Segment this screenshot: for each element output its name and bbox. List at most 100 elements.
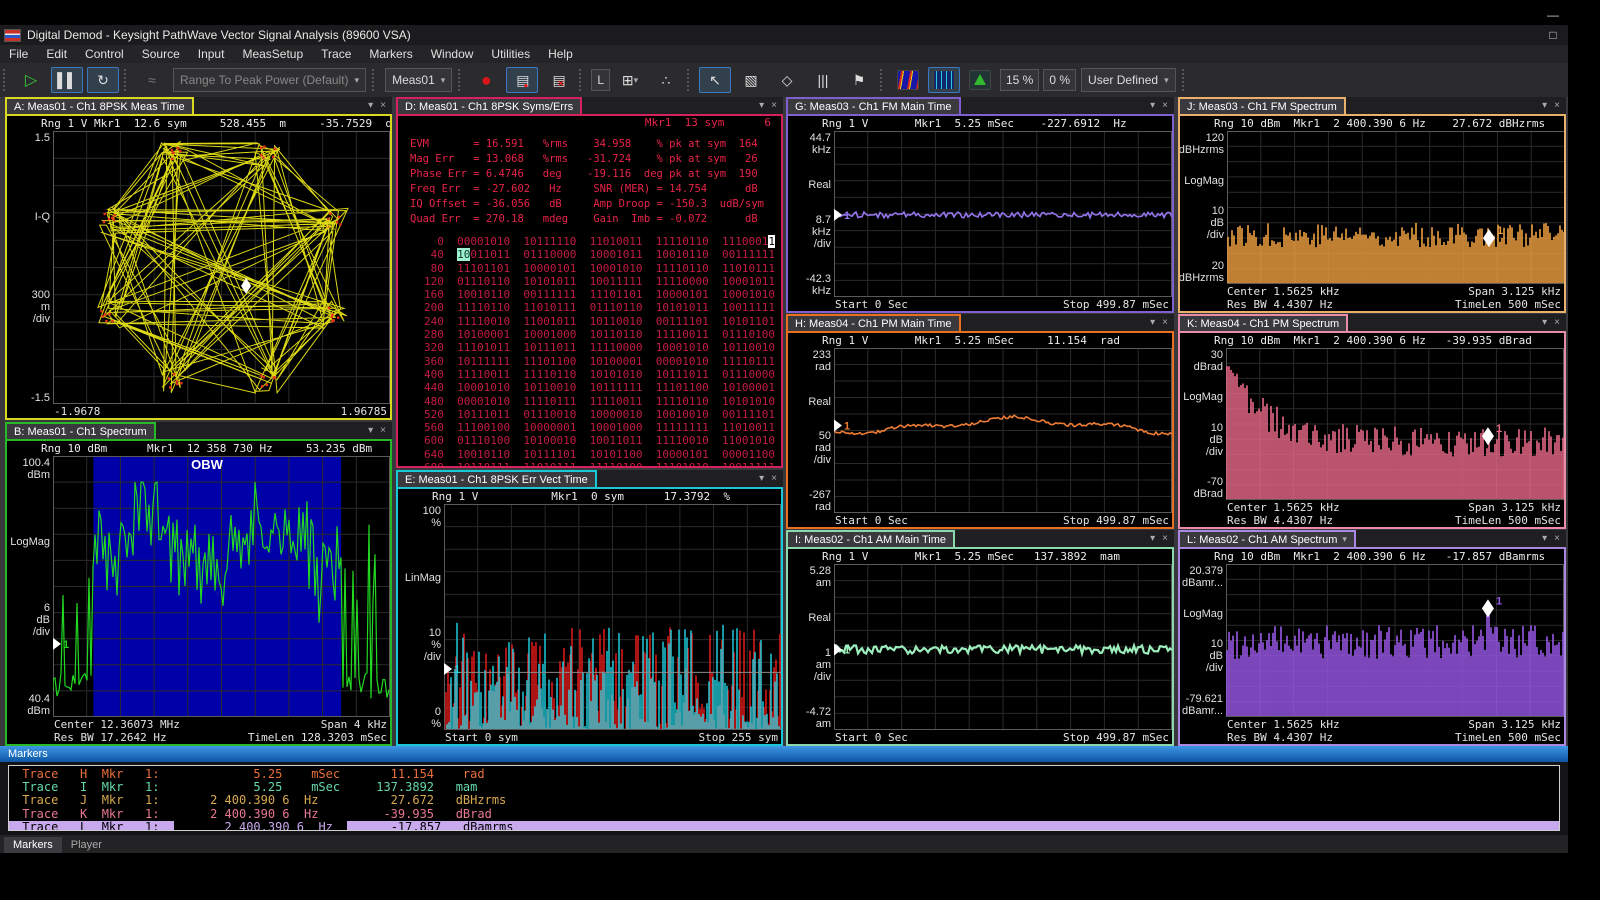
zoom-select-button[interactable]: ▧ bbox=[735, 67, 767, 93]
close-icon[interactable]: × bbox=[1162, 317, 1168, 328]
measurement-map-button-icon: ∴ bbox=[662, 72, 671, 89]
symbol-row: 0 00001010 10111110 11010011 11110110 11… bbox=[424, 235, 781, 248]
collapse-icon[interactable]: ▾ bbox=[368, 425, 373, 436]
measurement-dropdown[interactable]: Meas01▾ bbox=[385, 68, 452, 92]
menu-markers[interactable]: Markers bbox=[360, 45, 421, 63]
menu-window[interactable]: Window bbox=[422, 45, 483, 63]
menu-source[interactable]: Source bbox=[133, 45, 189, 63]
couple-markers-button[interactable]: ⚑ bbox=[843, 67, 875, 93]
persistence-percent-box[interactable]: 15 % bbox=[1000, 69, 1039, 91]
collapse-icon[interactable]: ▾ bbox=[1150, 100, 1155, 111]
marker-row-segment: 2 400.390 6 Hz bbox=[174, 820, 347, 831]
x-axis-line: Res BW 4.4307 HzTimeLen 500 mSec bbox=[1224, 298, 1564, 311]
waterfall-button[interactable] bbox=[964, 67, 996, 93]
panel-D-tab[interactable]: D: Meas01 - Ch1 8PSK Syms/Errs bbox=[396, 97, 582, 114]
link-layout-button[interactable]: L bbox=[591, 69, 610, 91]
maximize-button[interactable]: □ bbox=[1538, 25, 1568, 45]
minimize-button[interactable]: — bbox=[1538, 5, 1568, 25]
collapse-icon[interactable]: ▾ bbox=[368, 100, 373, 111]
spectrum-button[interactable] bbox=[928, 67, 960, 93]
collapse-icon[interactable]: ▾ bbox=[759, 100, 764, 111]
plot-area-H[interactable]: 1 bbox=[834, 348, 1172, 513]
screen: Digital Demod - Keysight PathWave Vector… bbox=[0, 0, 1600, 900]
panel-H-tab[interactable]: H: Meas04 - Ch1 PM Main Time bbox=[786, 314, 961, 331]
toolbar-separator bbox=[579, 69, 586, 91]
colormap-dropdown[interactable]: User Defined▾ bbox=[1081, 68, 1176, 92]
chevron-down-icon: ▾ bbox=[355, 75, 360, 86]
discard-data-button[interactable]: ▤ bbox=[542, 67, 574, 93]
input-data-button[interactable]: ▤ bbox=[506, 67, 538, 93]
select-cursor-button[interactable]: ↖ bbox=[699, 67, 731, 93]
close-icon[interactable]: × bbox=[380, 100, 386, 111]
menu-edit[interactable]: Edit bbox=[37, 45, 76, 63]
bottom-tab-markers[interactable]: Markers bbox=[4, 837, 62, 853]
panel-G-tab[interactable]: G: Meas03 - Ch1 FM Main Time bbox=[786, 97, 961, 114]
bottom-tab-player[interactable]: Player bbox=[62, 837, 111, 853]
panel-E-tab[interactable]: E: Meas01 - Ch1 8PSK Err Vect Time bbox=[396, 470, 597, 487]
close-icon[interactable]: × bbox=[1162, 533, 1168, 544]
plot-area-I[interactable]: 1 bbox=[834, 564, 1172, 730]
plot-area-A[interactable]: 2Δ1 bbox=[53, 131, 390, 404]
collapse-icon[interactable]: ▾ bbox=[759, 473, 764, 484]
window-layout-dropdown[interactable]: ⊞▾ bbox=[614, 67, 646, 93]
threshold-percent-box[interactable]: 0 % bbox=[1043, 69, 1076, 91]
marker-row-trace-J[interactable]: Trace J Mkr 1: 2 400.390 6 Hz 27.672 dBH… bbox=[9, 794, 1559, 807]
panel-I-tab[interactable]: I: Meas02 - Ch1 AM Main Time bbox=[786, 530, 955, 547]
x-axis-left: Res BW 17.2642 Hz bbox=[54, 731, 167, 744]
menu-control[interactable]: Control bbox=[76, 45, 133, 63]
close-icon[interactable]: × bbox=[380, 425, 386, 436]
record-button[interactable]: ● bbox=[470, 67, 502, 93]
collapse-icon[interactable]: ▾ bbox=[1150, 533, 1155, 544]
panel-G-title: G: Meas03 - Ch1 FM Main Time bbox=[795, 101, 952, 113]
close-icon[interactable]: × bbox=[1554, 317, 1560, 328]
restart-button[interactable]: ↻ bbox=[87, 67, 119, 93]
menu-file[interactable]: File bbox=[0, 45, 37, 63]
menu-help[interactable]: Help bbox=[539, 45, 582, 63]
panel-A-tab[interactable]: A: Meas01 - Ch1 8PSK Meas Time bbox=[5, 97, 194, 114]
marker-readout: Mkr1 13 sym bbox=[645, 116, 724, 129]
symbol-table[interactable]: 0 00001010 10111110 11010011 11110110 11… bbox=[398, 235, 781, 468]
plot-area-B[interactable]: 1OBW bbox=[53, 456, 390, 717]
close-icon[interactable]: × bbox=[1554, 533, 1560, 544]
panel-D-body: Mkr1 13 sym6EVM = 16.591 %rms 34.958 % p… bbox=[396, 114, 783, 468]
marker-row-trace-K[interactable]: Trace K Mkr 1: 2 400.390 6 Hz -39.935 dB… bbox=[9, 808, 1559, 821]
plot-area-G[interactable]: 1 bbox=[834, 131, 1172, 297]
restart-button-icon: ↻ bbox=[97, 72, 109, 89]
play-button[interactable]: ▷ bbox=[15, 67, 47, 93]
plot-area-E[interactable]: 1 bbox=[444, 504, 781, 730]
y-axis-top: 120dBHzrms bbox=[1179, 132, 1224, 156]
panel-H-title: H: Meas04 - Ch1 PM Main Time bbox=[795, 318, 952, 330]
panel-B-tab[interactable]: B: Meas01 - Ch1 Spectrum bbox=[5, 422, 156, 439]
menu-meassetup[interactable]: MeasSetup bbox=[233, 45, 312, 63]
close-icon[interactable]: × bbox=[1554, 100, 1560, 111]
panel-K-tab[interactable]: K: Meas04 - Ch1 PM Spectrum bbox=[1178, 314, 1348, 331]
offset-cursors-button[interactable]: ||| bbox=[807, 67, 839, 93]
plot-area-K[interactable]: 1 bbox=[1226, 348, 1564, 500]
pause-button[interactable]: ▌▌ bbox=[51, 67, 83, 93]
range-icon[interactable]: ≈ bbox=[136, 67, 168, 93]
y-axis-div: 1am/div bbox=[814, 647, 831, 683]
plot-area-L[interactable]: 1 bbox=[1226, 564, 1564, 717]
measurement-map-button[interactable]: ∴ bbox=[650, 67, 682, 93]
x-axis-labels: Start 0 symStop 255 sym bbox=[442, 731, 781, 744]
close-icon[interactable]: × bbox=[771, 100, 777, 111]
close-icon[interactable]: × bbox=[1162, 100, 1168, 111]
menu-input[interactable]: Input bbox=[189, 45, 234, 63]
menu-trace[interactable]: Trace bbox=[312, 45, 360, 63]
y-axis-top: 1.5 bbox=[35, 132, 50, 144]
menu-utilities[interactable]: Utilities bbox=[482, 45, 539, 63]
toolbar-separator bbox=[458, 69, 465, 91]
marker-row-trace-L[interactable]: Trace L Mkr 1: 2 400.390 6 Hz -17.857 dB… bbox=[9, 821, 1559, 831]
plot-area-J[interactable]: 1 bbox=[1227, 131, 1565, 284]
collapse-icon[interactable]: ▾ bbox=[1542, 100, 1547, 111]
collapse-icon[interactable]: ▾ bbox=[1542, 317, 1547, 328]
close-icon[interactable]: × bbox=[771, 473, 777, 484]
collapse-icon[interactable]: ▾ bbox=[1542, 533, 1547, 544]
y-axis-labels: 20.379dBamr...LogMag10dB/div-79.621dBamr… bbox=[1180, 564, 1226, 718]
marker-diamond-button[interactable]: ◇ bbox=[771, 67, 803, 93]
panel-L-tab[interactable]: L: Meas02 - Ch1 AM Spectrum▾ bbox=[1178, 530, 1356, 547]
range-dropdown[interactable]: Range To Peak Power (Default)▾ bbox=[173, 68, 366, 92]
spectrogram-button[interactable] bbox=[892, 67, 924, 93]
panel-J-tab[interactable]: J: Meas03 - Ch1 FM Spectrum bbox=[1178, 97, 1346, 114]
collapse-icon[interactable]: ▾ bbox=[1150, 317, 1155, 328]
